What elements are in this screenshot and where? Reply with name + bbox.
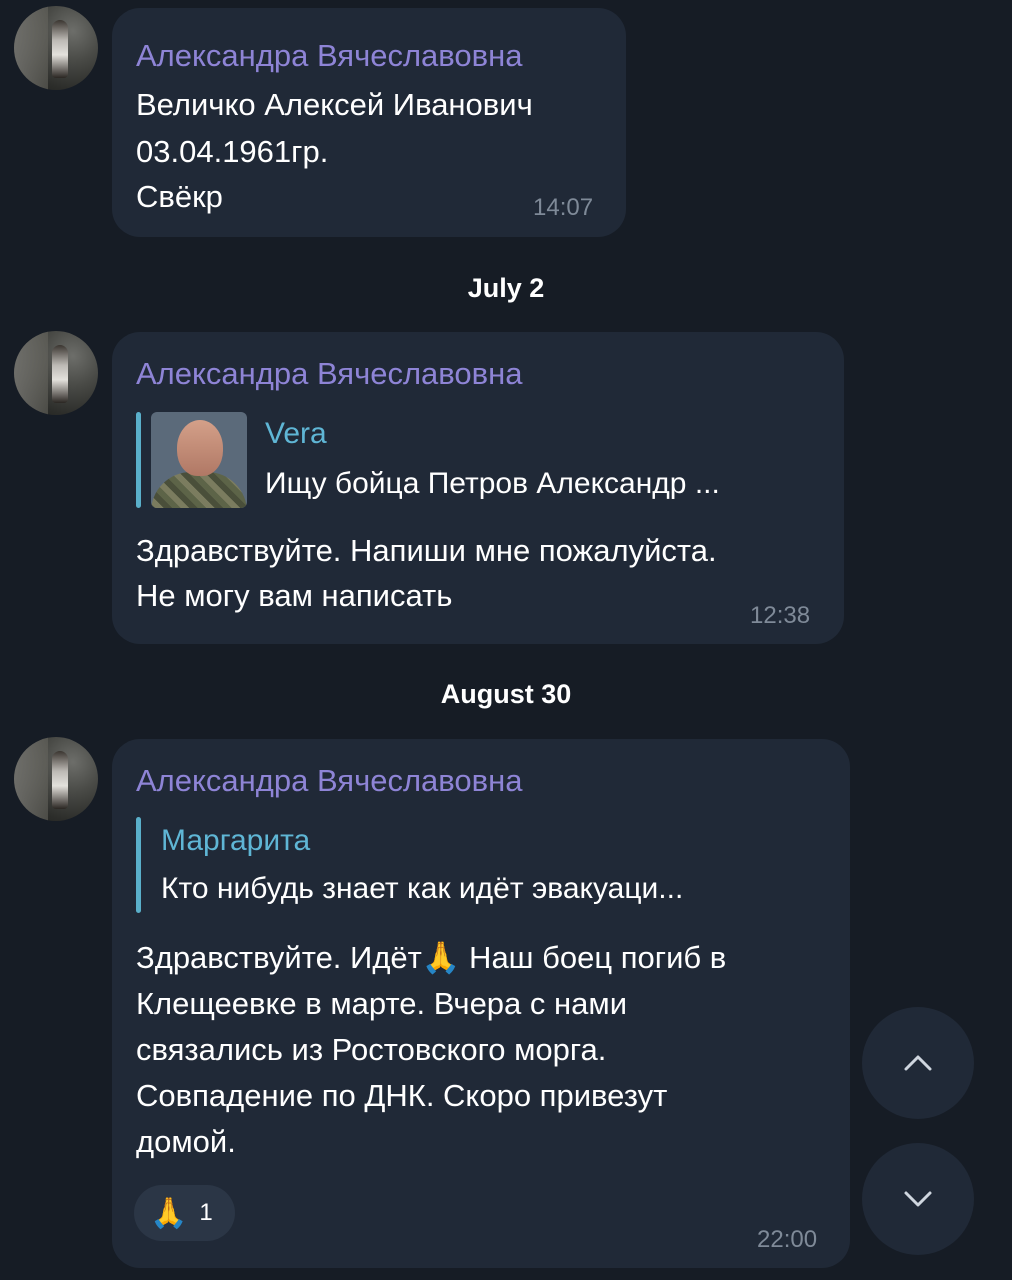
message-time: 22:00 bbox=[757, 1226, 818, 1253]
message-line: Величко Алексей Иванович bbox=[136, 87, 533, 122]
message-time: 12:38 bbox=[750, 602, 811, 629]
reply-bar bbox=[136, 412, 141, 508]
reply-thumbnail bbox=[151, 412, 247, 508]
message-line: Не могу вам написать bbox=[136, 578, 453, 613]
folded-hands-emoji: 🙏 bbox=[150, 1196, 188, 1230]
reaction-chip[interactable]: 🙏 1 bbox=[134, 1185, 235, 1241]
message-line: Здравствуйте. Напиши мне пожалуйста. bbox=[136, 533, 717, 568]
reaction-count: 1 bbox=[199, 1199, 213, 1226]
sender-avatar[interactable] bbox=[14, 737, 98, 821]
message-bubble[interactable]: Александра Вячеславовна Vera Ищу бойца П… bbox=[112, 332, 844, 644]
message-line: связались из Ростовского морга. bbox=[136, 1032, 607, 1067]
date-separator: July 2 bbox=[467, 273, 545, 303]
message-time: 14:07 bbox=[533, 194, 594, 221]
sender-avatar[interactable] bbox=[14, 6, 98, 90]
sender-avatar[interactable] bbox=[14, 331, 98, 415]
scroll-up-button[interactable] bbox=[862, 1007, 974, 1119]
reply-text: Ищу бойца Петров Александр ... bbox=[265, 467, 720, 500]
message-line: Совпадение по ДНК. Скоро привезут bbox=[136, 1078, 668, 1113]
chevron-down-icon bbox=[904, 1191, 932, 1207]
reply-author: Vera bbox=[265, 417, 327, 450]
message-bubble[interactable]: Александра Вячеславовна Маргарита Кто ни… bbox=[112, 739, 850, 1268]
chat-view: Александра Вячеславовна Величко Алексей … bbox=[0, 0, 1012, 1280]
reply-preview[interactable]: Маргарита Кто нибудь знает как идёт эвак… bbox=[136, 817, 816, 913]
message-line: Здравствуйте. Идёт🙏 Наш боец погиб в bbox=[136, 940, 727, 975]
sender-name[interactable]: Александра Вячеславовна bbox=[136, 763, 523, 799]
reply-author: Маргарита bbox=[161, 824, 311, 857]
sender-name[interactable]: Александра Вячеславовна bbox=[136, 356, 523, 392]
message-bubble[interactable]: Александра Вячеславовна Величко Алексей … bbox=[112, 8, 626, 237]
chevron-up-icon bbox=[904, 1055, 932, 1071]
scroll-down-button[interactable] bbox=[862, 1143, 974, 1255]
reply-preview[interactable]: Vera Ищу бойца Петров Александр ... bbox=[136, 412, 816, 508]
message-line: 03.04.1961гр. bbox=[136, 134, 329, 169]
message-line: Свёкр bbox=[136, 179, 223, 214]
reply-bar bbox=[136, 817, 141, 913]
sender-name[interactable]: Александра Вячеславовна bbox=[136, 38, 523, 74]
message-line: Клещеевке в марте. Вчера с нами bbox=[136, 986, 628, 1021]
date-separator: August 30 bbox=[440, 679, 572, 709]
reply-text: Кто нибудь знает как идёт эвакуаци... bbox=[161, 872, 684, 905]
message-line: домой. bbox=[136, 1124, 236, 1159]
